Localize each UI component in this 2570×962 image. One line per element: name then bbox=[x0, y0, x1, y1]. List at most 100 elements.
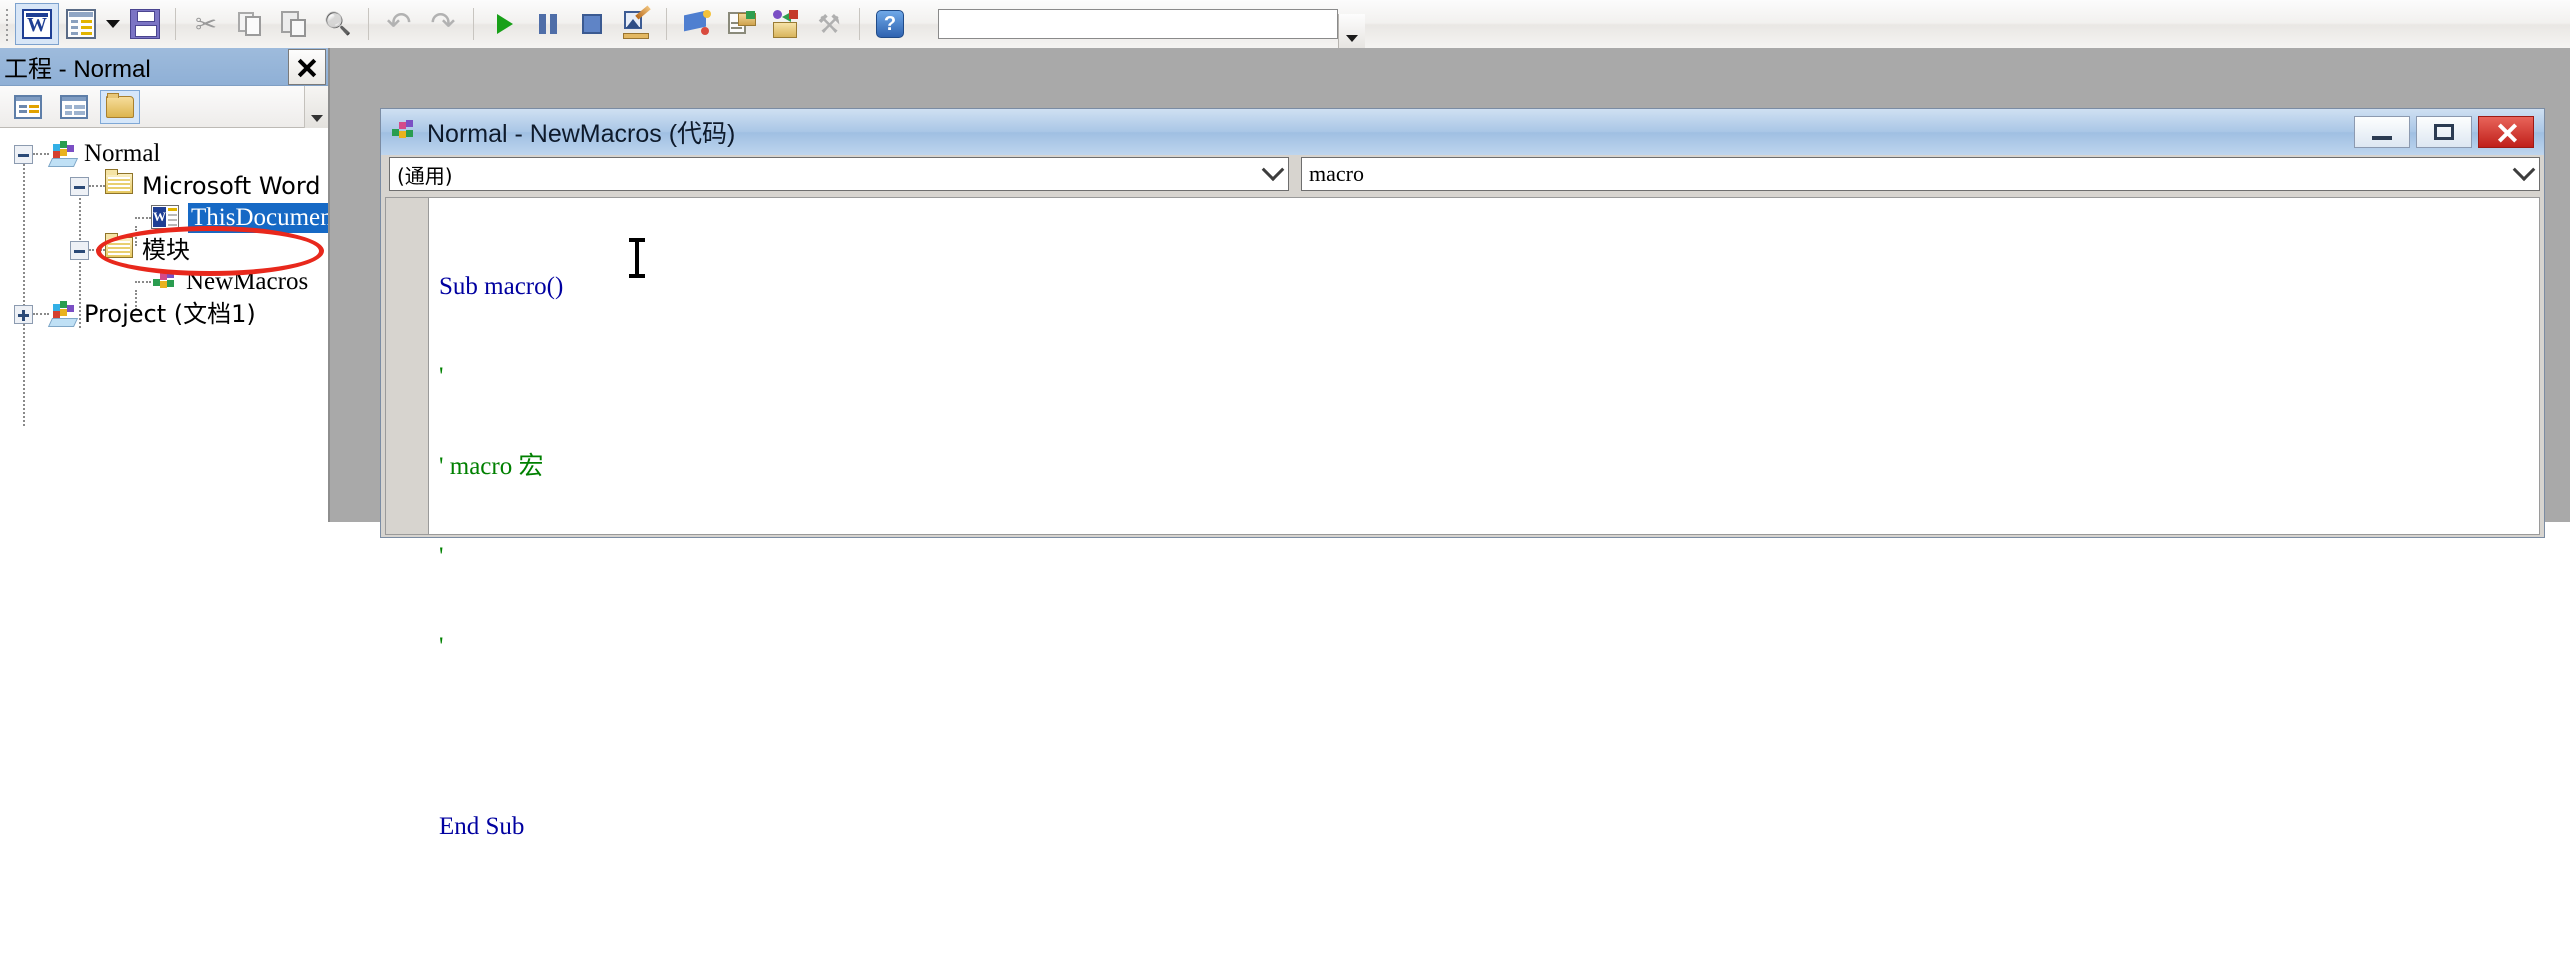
procedure-combo[interactable]: macro bbox=[1301, 157, 2540, 191]
help-button[interactable] bbox=[868, 3, 912, 45]
toolbar-separator bbox=[666, 8, 667, 40]
toolbar-search-combo[interactable] bbox=[938, 9, 1338, 39]
copy-icon bbox=[235, 9, 265, 39]
code-line: ' bbox=[439, 363, 444, 390]
minimize-icon bbox=[2372, 136, 2392, 140]
code-window: Normal - NewMacros (代码) (通用) macro Sub m… bbox=[380, 108, 2545, 840]
project-explorer-scroll-down[interactable] bbox=[304, 86, 328, 128]
copy-button[interactable] bbox=[228, 3, 272, 45]
project-explorer-title-bar[interactable]: 工程 - Normal bbox=[0, 48, 328, 86]
minimize-button[interactable] bbox=[2354, 116, 2410, 148]
code-line: End Sub bbox=[439, 813, 525, 840]
tree-node-normal[interactable]: Normal bbox=[0, 138, 328, 170]
procedure-combo-value: macro bbox=[1309, 161, 1364, 186]
view-object-button[interactable] bbox=[54, 90, 94, 124]
code-editor[interactable]: Sub macro() ' ' macro 宏 ' ' End Sub bbox=[385, 197, 2540, 840]
tree-node-word-objects[interactable]: Microsoft Word 对象 bbox=[0, 169, 328, 202]
vba-project-icon bbox=[47, 141, 79, 167]
design-ruler-pencil-icon bbox=[621, 5, 651, 39]
tree-node-label: NewMacros bbox=[186, 268, 309, 295]
undo-button[interactable] bbox=[377, 3, 421, 45]
vba-project-icon bbox=[47, 301, 79, 327]
code-text-area[interactable]: Sub macro() ' ' macro 宏 ' ' End Sub bbox=[429, 198, 2539, 840]
design-mode-button[interactable] bbox=[614, 3, 658, 45]
view-code-button[interactable] bbox=[8, 90, 48, 124]
main-toolbar bbox=[0, 0, 2570, 62]
object-combo[interactable]: (通用) bbox=[389, 157, 1289, 191]
play-triangle-icon bbox=[489, 9, 519, 39]
run-button[interactable] bbox=[482, 3, 526, 45]
maximize-button[interactable] bbox=[2416, 116, 2472, 148]
tree-node-modules[interactable]: 模块 bbox=[0, 233, 328, 266]
chevron-down-icon bbox=[1346, 34, 1358, 42]
code-margin-indicator-bar[interactable] bbox=[386, 198, 429, 534]
tree-node-label: Project (文档1) bbox=[84, 300, 256, 328]
maximize-icon bbox=[2434, 124, 2454, 140]
procedure-combo-dropdown-button[interactable] bbox=[2509, 158, 2539, 190]
code-line: ' macro 宏 bbox=[439, 453, 544, 480]
view-object-icon bbox=[60, 94, 88, 119]
insert-object-icon bbox=[66, 9, 96, 39]
object-browser-button[interactable] bbox=[763, 3, 807, 45]
code-window-combo-bar: (通用) macro bbox=[381, 155, 2544, 193]
word-icon bbox=[22, 9, 52, 39]
object-combo-dropdown-button[interactable] bbox=[1258, 158, 1288, 190]
save-floppy-icon bbox=[130, 9, 160, 39]
tree-node-label: Normal bbox=[84, 140, 161, 167]
toolbar-separator bbox=[368, 8, 369, 40]
tree-expander-plus-icon[interactable] bbox=[14, 304, 33, 324]
folder-icon bbox=[105, 169, 137, 199]
code-line: ' bbox=[439, 633, 444, 660]
tree-node-project[interactable]: Project (文档1) bbox=[0, 298, 328, 330]
cut-button[interactable] bbox=[184, 3, 228, 45]
redo-button[interactable] bbox=[421, 3, 465, 45]
close-button[interactable] bbox=[2478, 116, 2534, 148]
project-explorer-close-button[interactable] bbox=[288, 48, 326, 85]
toolbar-separator bbox=[859, 8, 860, 40]
help-question-icon bbox=[876, 10, 904, 38]
break-button[interactable] bbox=[526, 3, 570, 45]
project-tree[interactable]: Normal Microsoft Word 对象 W bbox=[0, 128, 328, 522]
tree-expander-minus-icon[interactable] bbox=[14, 144, 33, 164]
chevron-down-icon bbox=[2512, 158, 2536, 182]
tree-node-label: Microsoft Word 对象 bbox=[142, 172, 328, 200]
toggle-folders-button[interactable] bbox=[100, 89, 140, 124]
module-icon bbox=[391, 119, 419, 145]
binoculars-icon bbox=[323, 9, 353, 39]
tree-node-thisdocument[interactable]: W ThisDocument bbox=[0, 202, 328, 234]
paste-button[interactable] bbox=[272, 3, 316, 45]
tree-expander-minus-icon[interactable] bbox=[70, 176, 89, 196]
object-browser-icon bbox=[770, 9, 800, 39]
tree-expander-minus-icon[interactable] bbox=[70, 240, 89, 260]
view-word-button[interactable] bbox=[15, 3, 59, 45]
module-icon bbox=[151, 269, 181, 295]
reset-button[interactable] bbox=[570, 3, 614, 45]
undo-arrow-icon bbox=[384, 9, 414, 39]
toolbar-separator bbox=[473, 8, 474, 40]
paste-icon bbox=[279, 9, 309, 39]
hammer-wrench-icon bbox=[814, 9, 844, 39]
chevron-down-icon bbox=[106, 20, 120, 28]
toolbox-button[interactable] bbox=[807, 3, 851, 45]
tree-node-label: ThisDocument bbox=[188, 203, 328, 233]
project-explorer-button[interactable] bbox=[675, 3, 719, 45]
find-button[interactable] bbox=[316, 3, 360, 45]
toolbar-search-input[interactable] bbox=[939, 10, 1337, 38]
folder-icon bbox=[105, 233, 137, 263]
properties-window-icon bbox=[726, 9, 756, 39]
folder-icon bbox=[106, 92, 134, 118]
save-button[interactable] bbox=[123, 3, 167, 45]
project-explorer-title: 工程 - Normal bbox=[4, 56, 151, 83]
stop-square-icon bbox=[577, 9, 607, 39]
tree-node-label: 模块 bbox=[142, 236, 190, 264]
tree-node-newmacros[interactable]: NewMacros bbox=[0, 266, 328, 298]
insert-userform-button[interactable] bbox=[59, 3, 103, 45]
project-explorer-panel: 工程 - Normal Normal Microsoft Word W This… bbox=[0, 48, 330, 522]
code-window-title-bar[interactable]: Normal - NewMacros (代码) bbox=[381, 109, 2544, 155]
toolbar-grip[interactable] bbox=[3, 7, 12, 41]
redo-arrow-icon bbox=[428, 9, 458, 39]
insert-dropdown-button[interactable] bbox=[103, 3, 123, 45]
toolbar-separator bbox=[175, 8, 176, 40]
properties-window-button[interactable] bbox=[719, 3, 763, 45]
